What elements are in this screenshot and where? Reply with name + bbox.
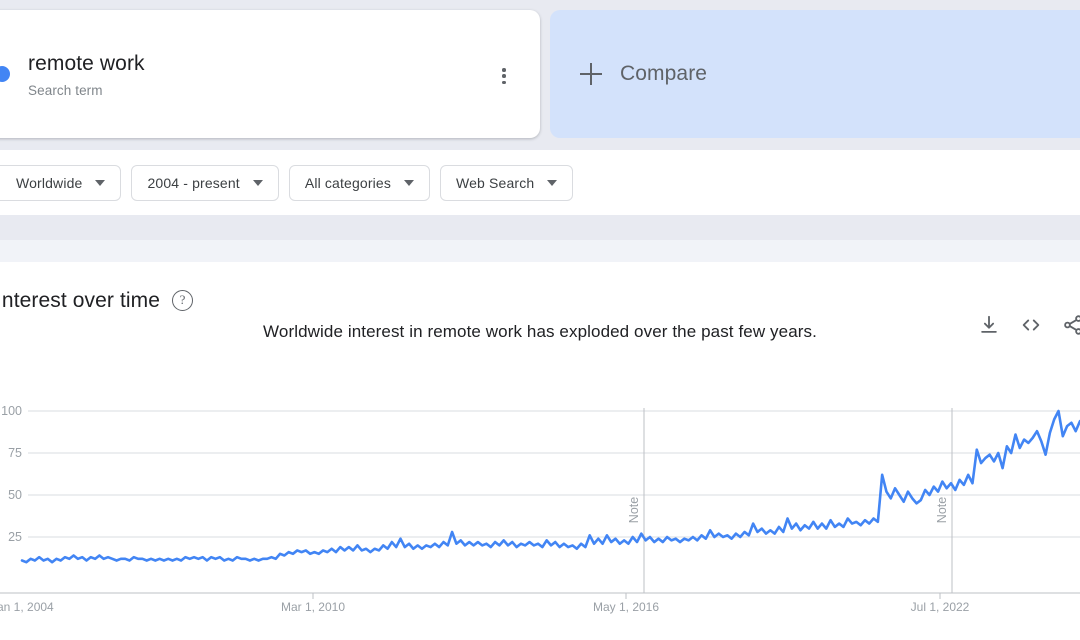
section-divider-band [0,215,1080,240]
chart-header: Interest over time ? [0,286,1080,335]
filter-bar: Worldwide 2004 - present All categories … [0,150,1080,215]
search-term-text: remote work Search term [28,50,145,101]
x-axis-tick-label: May 1, 2016 [593,600,659,614]
more-vert-icon[interactable] [494,66,514,86]
y-axis-tick-label: 25 [8,530,22,544]
interest-over-time-chart[interactable]: 100 75 50 25 Jan 1, 2004 Mar 1, 2010 May 1, 20… [0,390,1080,640]
chevron-down-icon [404,179,414,186]
page-title: Interest over time [0,289,161,312]
interest-over-time-panel: Interest over time ? Worldwide interest … [0,262,1080,640]
section-divider-band-light [0,240,1080,262]
google-trends-page: remote work Search term Compare Worldwid… [0,0,1080,640]
compare-card[interactable]: Compare [550,10,1080,138]
trend-line [20,409,1080,564]
filter-category-label: All categories [304,174,391,191]
chevron-down-icon [547,179,558,186]
plus-icon [580,63,602,85]
x-axis-tick-label: Jul 1, 2022 [911,600,970,614]
question-mark-circle-icon[interactable]: ? [172,290,193,311]
filter-search-type-label: Web Search [456,174,535,191]
chart-subtitle: Worldwide interest in remote work has ex… [263,322,817,341]
compare-label: Compare [620,62,708,85]
filter-location-label: Worldwide [16,174,83,191]
y-axis-tick-label: 50 [8,488,22,502]
search-term-card[interactable]: remote work Search term [0,10,540,138]
filter-time-range[interactable]: 2004 - present [131,164,279,201]
search-term-row: remote work Search term Compare [0,0,1080,150]
filter-search-type[interactable]: Web Search [440,164,574,201]
filter-category[interactable]: All categories [288,164,430,201]
y-axis-tick-label: 75 [8,446,22,460]
filter-location[interactable]: Worldwide [0,164,122,201]
y-axis-tick-label: 100 [1,404,22,418]
note-annotation-label[interactable]: Note [627,497,641,523]
series-color-dot [0,66,10,82]
chevron-down-icon [95,179,106,186]
x-axis-tick-label: Mar 1, 2010 [281,600,345,614]
chevron-down-icon [252,179,263,186]
note-annotation-label[interactable]: Note [935,497,949,523]
filter-time-range-label: 2004 - present [147,174,240,191]
search-term-title: remote work [28,52,145,75]
search-term-subtitle: Search term [28,83,103,98]
x-axis-tick-label: Jan 1, 2004 [0,600,54,614]
